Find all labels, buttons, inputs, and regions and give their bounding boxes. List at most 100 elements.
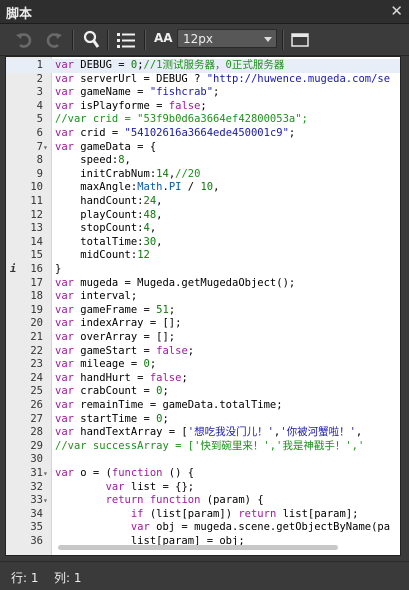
toolbar-separator bbox=[144, 30, 146, 50]
info-marker-icon: i bbox=[10, 263, 17, 275]
code-text: var o = (function () { bbox=[55, 467, 195, 479]
fold-toggle-icon[interactable]: ▾ bbox=[43, 467, 51, 481]
code-text: var mileage = 0; bbox=[55, 358, 157, 371]
code-line[interactable]: 26 var remainTime = gameData.totalTime; bbox=[6, 399, 400, 413]
code-line[interactable]: 31 ▾ var o = (function () { bbox=[6, 467, 400, 481]
line-number: 12 bbox=[30, 208, 43, 221]
code-line[interactable]: 12 playCount:48, bbox=[6, 208, 400, 223]
code-text: var serverUrl = DEBUG ? "http://huwence.… bbox=[55, 72, 391, 85]
line-number: 32 bbox=[30, 480, 43, 493]
list-icon[interactable] bbox=[116, 30, 136, 50]
code-text: var remainTime = gameData.totalTime; bbox=[55, 399, 283, 411]
code-line[interactable]: 29 //var successArray = ['快到碗里来！','我是神戳手！… bbox=[6, 439, 400, 454]
code-line[interactable]: 25 var crabCount = 0; bbox=[6, 385, 400, 399]
code-text: var gameFrame = 51; bbox=[55, 303, 176, 316]
code-text: var handHurt = false; bbox=[55, 371, 188, 384]
line-number: 23 bbox=[30, 358, 43, 371]
code-line[interactable]: 6 var crid = "54102616a3664ede450001c9"; bbox=[6, 127, 400, 141]
toolbar-separator bbox=[72, 30, 74, 50]
code-line[interactable]: 5 //var crid = "53f9b0d6a3664ef42800053a"… bbox=[6, 113, 400, 127]
code-text: midCount:12 bbox=[55, 249, 150, 262]
search-icon[interactable] bbox=[82, 30, 102, 50]
code-line[interactable]: 2 var serverUrl = DEBUG ? "http://huwence… bbox=[6, 72, 400, 87]
code-line[interactable]: 8 speed:8, bbox=[6, 154, 400, 168]
code-line[interactable]: 19 var gameFrame = 51; bbox=[6, 303, 400, 318]
code-text: var crid = "54102616a3664ede450001c9"; bbox=[55, 127, 296, 139]
code-line[interactable]: 28 var handTextArray = ['想吃我没门儿！','你被河蟹啦！… bbox=[6, 426, 400, 440]
code-line[interactable]: 13 stopCount:4, bbox=[6, 222, 400, 236]
code-line[interactable]: 9 initCrabNum:14,//20 bbox=[6, 167, 400, 182]
code-line[interactable]: 10 maxAngle:Math.PI / 10, bbox=[6, 181, 400, 195]
line-number: 8 bbox=[36, 154, 43, 167]
code-line[interactable]: 23 var mileage = 0; bbox=[6, 358, 400, 372]
code-text: stopCount:4, bbox=[55, 222, 157, 235]
scrollbar-thumb[interactable] bbox=[58, 545, 338, 550]
code-text: var obj = mugeda.scene.getObjectByName(p… bbox=[130, 521, 391, 534]
redo-icon[interactable] bbox=[44, 30, 64, 50]
code-line[interactable]: 34 if (list[param]) return list[param]; bbox=[6, 507, 400, 522]
line-number: 22 bbox=[30, 344, 43, 357]
toolbar: AA 12px bbox=[0, 24, 409, 56]
code-line[interactable]: 32 var list = {}; bbox=[6, 480, 400, 495]
code-line[interactable]: 1 var DEBUG = 0;//1测试服务器，0正式服务器 bbox=[6, 59, 400, 73]
fold-toggle-icon[interactable]: ▾ bbox=[43, 141, 51, 155]
code-line[interactable]: 17 var mugeda = Mugeda.getMugedaObject(); bbox=[6, 276, 400, 291]
line-number: 27 bbox=[30, 412, 43, 425]
code-text: var list = {}; bbox=[105, 480, 195, 493]
code-text: var gameData = { bbox=[55, 140, 157, 153]
code-text: initCrabNum:14,//20 bbox=[55, 167, 201, 180]
code-line[interactable]: 15 midCount:12 bbox=[6, 249, 400, 263]
font-size-select[interactable]: 12px bbox=[177, 29, 277, 48]
code-text: if (list[param]) return list[param]; bbox=[130, 507, 359, 520]
code-text: //var crid = "53f9b0d6a3664ef42800053a"; bbox=[55, 113, 308, 126]
code-text: var DEBUG = 0;//1测试服务器，0正式服务器 bbox=[55, 59, 285, 71]
code-text: var indexArray = []; bbox=[55, 317, 182, 330]
code-text: //var successArray = ['快到碗里来！','我是神戳手！',… bbox=[55, 439, 365, 452]
line-number: 6 bbox=[36, 127, 43, 139]
code-line[interactable]: 14 totalTime:30, bbox=[6, 235, 400, 250]
code-line[interactable]: 35 var obj = mugeda.scene.getObjectByNam… bbox=[6, 521, 400, 535]
code-editor[interactable]: 1 var DEBUG = 0;//1测试服务器，0正式服务器 2 var serve… bbox=[5, 56, 401, 556]
line-number: 7 bbox=[36, 140, 43, 153]
line-number: 29 bbox=[30, 439, 43, 452]
code-line[interactable]: 11 handCount:24, bbox=[6, 195, 400, 209]
undo-icon[interactable] bbox=[14, 30, 34, 50]
fold-toggle-icon[interactable]: ▾ bbox=[43, 494, 51, 508]
code-text: totalTime:30, bbox=[55, 235, 163, 248]
code-line[interactable]: 24 var handHurt = false; bbox=[6, 371, 400, 386]
line-number: 34 bbox=[30, 507, 43, 520]
line-number: 30 bbox=[30, 453, 43, 466]
close-icon[interactable]: ✕ bbox=[390, 2, 403, 20]
code-line[interactable]: 7 ▾ var gameData = { bbox=[6, 140, 400, 155]
line-number: 14 bbox=[30, 235, 43, 248]
code-line[interactable]: 16 i} bbox=[6, 263, 400, 277]
panel-icon[interactable] bbox=[290, 30, 310, 50]
code-line[interactable]: 27 var startTime = 0; bbox=[6, 412, 400, 427]
code-text: } bbox=[55, 263, 62, 275]
code-line[interactable]: 21 var overArray = []; bbox=[6, 331, 400, 345]
code-line[interactable]: 3 var gameName = "fishcrab"; bbox=[6, 86, 400, 100]
title-bar: 脚本 ✕ bbox=[0, 0, 409, 24]
code-text: var startTime = 0; bbox=[55, 412, 169, 425]
line-number: 20 bbox=[30, 317, 43, 330]
line-number: 17 bbox=[30, 276, 43, 289]
line-number: 21 bbox=[30, 331, 43, 343]
code-line[interactable]: 4 var isPlayforme = false; bbox=[6, 100, 400, 114]
cursor-col: 列: 1 bbox=[54, 571, 82, 585]
line-number: 13 bbox=[30, 222, 43, 235]
code-line[interactable]: 33 ▾ return function (param) { bbox=[6, 494, 400, 508]
line-number: 18 bbox=[30, 290, 43, 303]
code-line[interactable]: 30 bbox=[6, 453, 400, 467]
line-number: 3 bbox=[36, 86, 43, 99]
line-number: 11 bbox=[30, 195, 43, 207]
code-line[interactable]: 18 var interval; bbox=[6, 290, 400, 304]
window-title: 脚本 bbox=[6, 7, 33, 22]
code-text: speed:8, bbox=[55, 154, 131, 167]
code-line[interactable]: 20 var indexArray = []; bbox=[6, 317, 400, 331]
font-size-value: 12px bbox=[183, 32, 213, 46]
code-line[interactable]: 22 var gameStart = false; bbox=[6, 344, 400, 359]
status-bar: 行: 1 列: 1 bbox=[0, 561, 409, 590]
line-number: 36 bbox=[30, 535, 43, 547]
font-size-icon: AA bbox=[154, 31, 173, 45]
line-number: 1 bbox=[36, 59, 43, 71]
